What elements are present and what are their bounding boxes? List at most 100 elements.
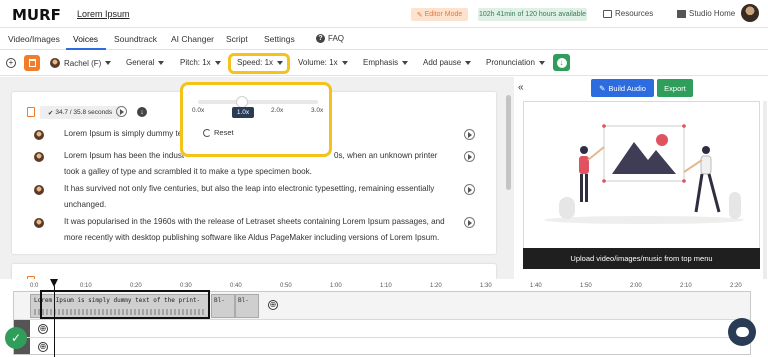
voice-toolbar: + Rachel (F) General Pitch: 1x Speed: 1x… (0, 50, 768, 76)
tab-ai-changer[interactable]: AI Changer (171, 34, 214, 44)
add-pause-dropdown[interactable]: Add pause (423, 58, 472, 67)
chevron-down-icon (465, 60, 472, 65)
emphasis-label: Emphasis (363, 58, 399, 67)
preview-scrollbar[interactable] (763, 101, 767, 286)
tab-script[interactable]: Script (226, 34, 248, 44)
speed-highlight-frame (228, 53, 290, 74)
speed-mid-label: 2.0x (271, 107, 284, 114)
chevron-down-icon (105, 61, 112, 65)
trash-icon (28, 59, 36, 67)
build-audio-button[interactable]: ✎ Build Audio (591, 79, 654, 97)
style-dropdown[interactable]: General (126, 58, 165, 67)
pronunciation-dropdown[interactable]: Pronunciation (486, 58, 545, 67)
script-line[interactable]: more recently with desktop publishing so… (64, 230, 456, 247)
editor-scrollbar[interactable] (506, 95, 511, 190)
timeline: 0:0 0:10 0:20 0:30 0:40 0:50 1:00 1:10 1… (0, 279, 768, 357)
selected-clip-outline (40, 290, 210, 319)
add-voice-clip-button[interactable]: ⊕ (268, 300, 278, 310)
volume-label: Volume: 1x (298, 58, 338, 67)
pronunciation-label: Pronunciation (486, 58, 535, 67)
voice-dropdown[interactable]: Rachel (F) (50, 58, 112, 68)
line-voice-avatar[interactable] (34, 185, 44, 195)
chat-icon (735, 327, 749, 337)
tick-label: 0:0 (30, 283, 39, 289)
video-track: ⊕ (14, 338, 750, 356)
tick-label: 0:10 (80, 283, 92, 289)
add-block-button[interactable]: + (6, 58, 16, 68)
line-voice-avatar[interactable] (34, 218, 44, 228)
upload-illustration (544, 124, 744, 224)
video-preview (523, 101, 760, 269)
collapse-icon[interactable]: « (518, 82, 524, 93)
script-line[interactable]: It has survived not only five centuries,… (64, 181, 456, 198)
tick-label: 1:00 (330, 283, 342, 289)
tab-soundtrack[interactable]: Soundtrack (114, 34, 157, 44)
tab-settings[interactable]: Settings (264, 34, 295, 44)
resources-link[interactable]: Resources (603, 9, 653, 18)
user-avatar[interactable] (741, 4, 759, 22)
voice-clip[interactable]: Bl- (211, 294, 235, 318)
volume-dropdown[interactable]: Volume: 1x (298, 58, 348, 67)
reset-icon (203, 128, 211, 137)
add-video-button[interactable]: ⊕ (38, 342, 48, 352)
trash-icon[interactable] (27, 107, 35, 117)
reset-button[interactable]: Reset (203, 128, 234, 137)
pitch-dropdown[interactable]: Pitch: 1x (180, 58, 221, 67)
export-button[interactable]: Export (657, 79, 693, 97)
pencil-icon: ✎ (416, 11, 423, 19)
line-play-button[interactable] (464, 129, 475, 140)
chat-button[interactable] (728, 318, 756, 346)
chevron-down-icon (341, 60, 348, 65)
reset-label: Reset (214, 128, 234, 137)
block-download-button[interactable]: ↓ (137, 107, 147, 117)
chevron-down-icon (402, 60, 409, 65)
download-button[interactable]: ↓ (553, 54, 570, 71)
studio-home-label: Studio Home (689, 9, 736, 18)
delete-block-button[interactable] (24, 55, 40, 71)
tick-label: 0:50 (280, 283, 292, 289)
add-music-button[interactable]: ⊕ (38, 324, 48, 334)
voice-clip[interactable]: Bl- (235, 294, 259, 318)
line-voice-avatar[interactable] (34, 130, 44, 140)
duration-label: 34.7 / 35.8 seconds (55, 109, 113, 116)
studio-home-link[interactable]: Studio Home (677, 9, 735, 18)
line-play-button[interactable] (464, 184, 475, 195)
line-play-button[interactable] (464, 151, 475, 162)
block-play-button[interactable] (116, 106, 127, 117)
time-available-badge: 102h 41min of 120 hours available (478, 8, 587, 21)
speed-min-label: 0.0x (192, 107, 205, 114)
tick-label: 2:10 (680, 283, 692, 289)
playhead[interactable] (54, 286, 55, 357)
project-name[interactable]: Lorem Ipsum (77, 9, 130, 19)
tick-label: 0:40 (230, 283, 242, 289)
tick-label: 0:20 (130, 283, 142, 289)
tick-label: 2:20 (730, 283, 742, 289)
tab-video-images[interactable]: Video/Images (8, 34, 60, 44)
editor-mode-badge[interactable]: ✎ Editor Mode (411, 8, 468, 21)
check-icon: ✔ (47, 109, 54, 117)
tick-label: 2:00 (630, 283, 642, 289)
line-voice-avatar[interactable] (34, 152, 44, 162)
tab-bar: Video/Images Voices Soundtrack AI Change… (0, 28, 768, 50)
emphasis-dropdown[interactable]: Emphasis (363, 58, 409, 67)
script-line[interactable]: unchanged. (64, 197, 456, 214)
tick-label: 0:30 (180, 283, 192, 289)
script-line[interactable]: It was popularised in the 1960s with the… (64, 214, 456, 231)
book-icon (603, 9, 612, 18)
tab-voices[interactable]: Voices (73, 34, 98, 44)
script-line-tail[interactable]: 0s, when an unknown printer (334, 148, 454, 165)
speed-value-label: 1.0x (232, 107, 254, 118)
preview-caption: Upload video/images/music from top menu (523, 248, 760, 269)
speed-slider-track[interactable] (198, 100, 318, 104)
check-icon[interactable]: ✓ (5, 327, 27, 349)
tick-label: 1:10 (380, 283, 392, 289)
line-play-button[interactable] (464, 217, 475, 228)
faq-link[interactable]: ? FAQ (316, 34, 344, 43)
murf-logo[interactable]: MURF (12, 6, 61, 24)
faq-label: FAQ (328, 34, 345, 43)
voice-label: Rachel (F) (64, 58, 102, 68)
download-icon: ↓ (556, 57, 567, 68)
script-line[interactable]: took a galley of type and scrambled it t… (64, 164, 456, 181)
tick-label: 1:50 (580, 283, 592, 289)
help-icon: ? (316, 34, 325, 43)
